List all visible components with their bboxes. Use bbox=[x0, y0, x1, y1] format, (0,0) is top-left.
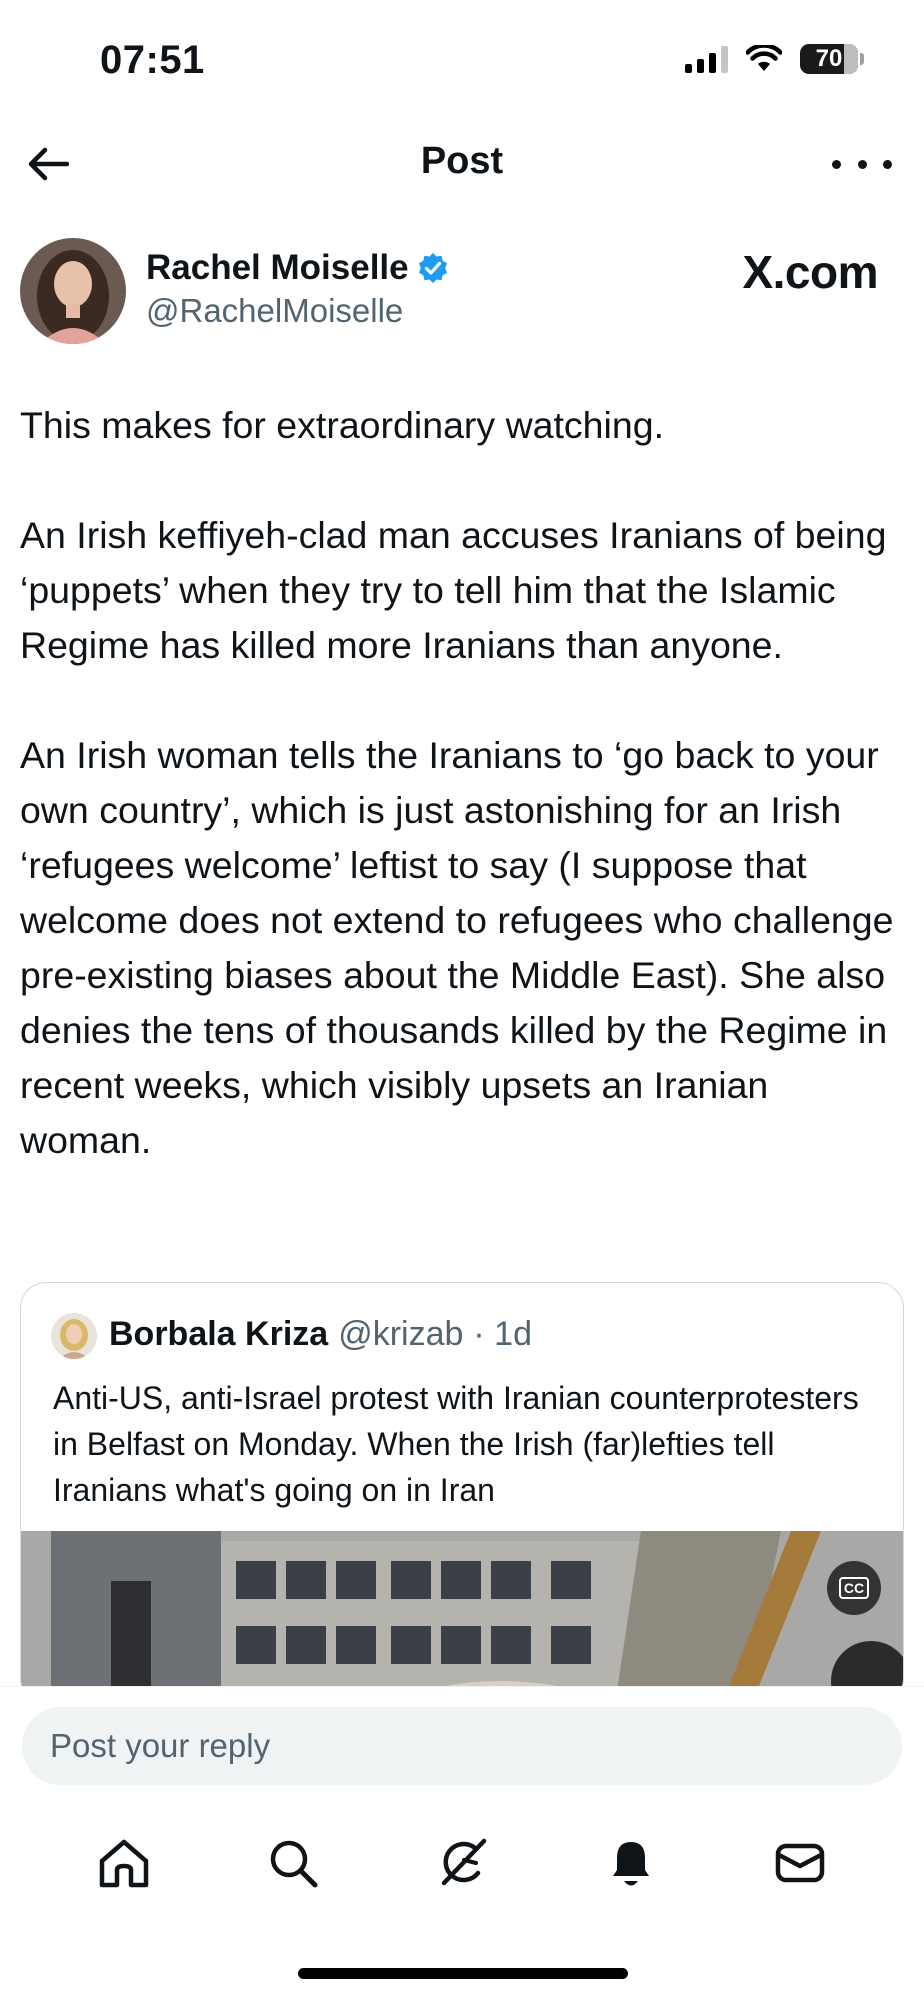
author-handle[interactable]: @RachelMoiselle bbox=[146, 292, 403, 330]
battery-level: 70 bbox=[815, 45, 843, 72]
home-icon bbox=[100, 1839, 149, 1888]
quoted-timestamp: · 1d bbox=[473, 1315, 532, 1353]
reply-area bbox=[0, 1686, 924, 1797]
closed-captions-button[interactable]: CC bbox=[827, 1561, 881, 1615]
nav-notifications-button[interactable] bbox=[596, 1828, 666, 1898]
messages-icon bbox=[775, 1843, 824, 1883]
nav-grok-button[interactable] bbox=[427, 1828, 497, 1898]
more-options-button[interactable] bbox=[832, 146, 892, 182]
wifi-icon bbox=[746, 45, 782, 71]
xcom-watermark: X.com bbox=[742, 246, 878, 298]
author-name-row[interactable]: Rachel Moiselle bbox=[146, 248, 449, 288]
post-paragraph: An Irish keffiyeh-clad man accuses Irani… bbox=[20, 514, 887, 666]
video-thumbnail bbox=[21, 1531, 903, 1703]
quoted-author-avatar[interactable] bbox=[51, 1313, 97, 1359]
status-icons: 70 bbox=[685, 44, 864, 74]
nav-home-button[interactable] bbox=[89, 1828, 159, 1898]
verified-badge-icon bbox=[418, 253, 447, 283]
post-paragraph: This makes for extraordinary watching. bbox=[20, 404, 665, 446]
quoted-header: Borbala Kriza @krizab · 1d bbox=[109, 1315, 532, 1354]
search-icon bbox=[270, 1840, 318, 1888]
page-title: Post bbox=[420, 140, 504, 182]
avatar-image bbox=[20, 238, 126, 344]
nav-messages-button[interactable] bbox=[765, 1828, 835, 1898]
more-dot-icon bbox=[857, 159, 867, 169]
post-paragraph: An Irish woman tells the Iranians to ‘go… bbox=[20, 734, 894, 1161]
quoted-video[interactable]: CC bbox=[21, 1531, 903, 1703]
battery-icon: 70 bbox=[800, 44, 858, 74]
grok-icon bbox=[441, 1838, 487, 1886]
quoted-post[interactable]: Borbala Kriza @krizab · 1d Anti-US, anti… bbox=[20, 1282, 904, 1704]
reply-input[interactable] bbox=[22, 1707, 902, 1785]
more-dot-icon bbox=[832, 159, 841, 169]
author-name[interactable]: Rachel Moiselle bbox=[146, 248, 409, 288]
bottom-nav bbox=[0, 1810, 924, 1916]
status-time: 07:51 bbox=[100, 38, 205, 82]
post-text: This makes for extraordinary watching. A… bbox=[20, 398, 900, 1223]
more-dot-icon bbox=[883, 159, 892, 169]
quoted-avatar-image bbox=[51, 1313, 97, 1359]
home-indicator bbox=[298, 1968, 628, 1979]
author-avatar[interactable] bbox=[20, 238, 126, 344]
nav-search-button[interactable] bbox=[258, 1828, 328, 1898]
quoted-author-name[interactable]: Borbala Kriza bbox=[109, 1315, 328, 1354]
cellular-signal-icon bbox=[685, 45, 728, 73]
closed-captions-icon: CC bbox=[838, 1577, 870, 1599]
quoted-text: Anti-US, anti-Israel protest with Irania… bbox=[53, 1380, 859, 1508]
notifications-icon bbox=[612, 1842, 649, 1886]
quoted-author-handle[interactable]: @krizab bbox=[338, 1315, 463, 1354]
